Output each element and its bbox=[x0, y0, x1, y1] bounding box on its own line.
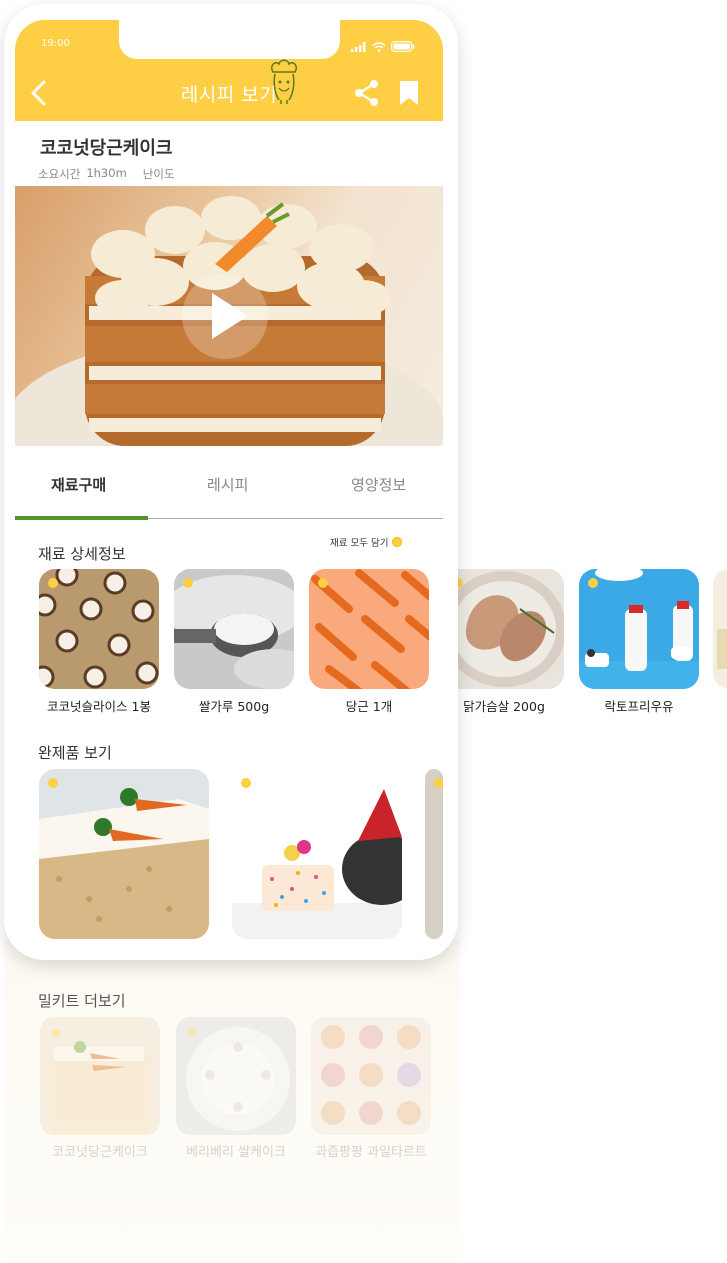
meal-kit-card[interactable]: 베리베리 쌀케이크 bbox=[176, 1017, 296, 1160]
finished-title: 완제품 보기 bbox=[38, 744, 112, 762]
finished-product-card[interactable] bbox=[232, 769, 402, 939]
meal-kit-label: 코코넛당근케이크 bbox=[52, 1145, 148, 1160]
recipe-title: 코코넛당근케이크 bbox=[40, 138, 173, 159]
meal-kit-image bbox=[176, 1017, 296, 1135]
ingredient-image bbox=[444, 569, 564, 689]
meal-kits-title: 밀키트 더보기 bbox=[38, 992, 126, 1010]
bookmark-icon bbox=[400, 81, 418, 105]
tab-bar: 재료구매 레시피 영양정보 bbox=[15, 446, 443, 520]
tab-recipe[interactable]: 레시피 bbox=[207, 474, 248, 495]
wifi-icon bbox=[372, 37, 386, 56]
notch bbox=[119, 20, 340, 59]
app-bar: 레시피 보기 bbox=[15, 59, 443, 121]
ingredient-image bbox=[713, 569, 727, 689]
add-all-label: 재료 모두 담기 bbox=[330, 538, 389, 549]
ingredient-card[interactable]: 닭가슴살 200g bbox=[444, 569, 564, 715]
meal-kit-card[interactable]: 코코넛당근케이크 bbox=[40, 1017, 160, 1160]
ingredient-image bbox=[39, 569, 159, 689]
ingredient-card[interactable]: 락토프리우유 bbox=[579, 569, 699, 715]
signal-icon bbox=[351, 37, 367, 56]
finished-product-card-partial[interactable] bbox=[425, 769, 443, 939]
time-value: 1h30m bbox=[86, 166, 127, 180]
ingredient-card-partial[interactable] bbox=[713, 569, 727, 689]
recipe-video[interactable] bbox=[15, 186, 443, 446]
add-all-ingredients-button[interactable]: 재료 모두 담기 bbox=[330, 535, 403, 549]
ingredient-label: 닭가슴살 200g bbox=[463, 699, 545, 714]
meal-kit-label: 베리베리 쌀케이크 bbox=[186, 1145, 286, 1160]
ingredients-title: 재료 상세정보 bbox=[38, 545, 126, 563]
status-icons bbox=[351, 37, 415, 56]
ingredient-label: 코코넛슬라이스 1봉 bbox=[47, 699, 151, 714]
finished-product-image bbox=[232, 769, 402, 939]
status-bar: 19:00 bbox=[15, 20, 443, 66]
finished-product-image bbox=[39, 769, 209, 939]
meal-kit-label: 과즙팡팡 과일타르트 bbox=[315, 1145, 427, 1160]
ingredient-card[interactable]: 코코넛슬라이스 1봉 bbox=[39, 569, 159, 715]
page: 밀키트 더보기 코코넛당근케이크 베리베리 쌀케이크 과즙팡팡 과일타르트 닭가… bbox=[0, 0, 727, 1263]
chef-mascot-icon bbox=[267, 58, 301, 104]
tab-nutrition[interactable]: 영양정보 bbox=[351, 474, 406, 495]
play-icon bbox=[212, 293, 248, 339]
time-label: 소요시간 bbox=[38, 167, 81, 181]
ingredient-label: 쌀가루 500g bbox=[198, 699, 270, 714]
ingredient-label: 락토프리우유 bbox=[604, 699, 674, 714]
status-time: 19:00 bbox=[41, 38, 70, 49]
ingredient-image bbox=[174, 569, 294, 689]
ingredient-image bbox=[579, 569, 699, 689]
play-button[interactable] bbox=[182, 273, 268, 359]
add-dot-icon bbox=[392, 537, 403, 547]
tab-ingredient-purchase[interactable]: 재료구매 bbox=[51, 474, 106, 495]
meal-kit-card[interactable]: 과즙팡팡 과일타르트 bbox=[311, 1017, 431, 1160]
ingredient-image bbox=[309, 569, 429, 689]
ingredient-card[interactable]: 당근 1개 bbox=[309, 569, 429, 715]
share-icon bbox=[355, 80, 378, 106]
share-button[interactable] bbox=[354, 79, 380, 107]
ingredient-card[interactable]: 쌀가루 500g bbox=[174, 569, 294, 715]
meal-kit-image bbox=[40, 1017, 160, 1135]
finished-product-card[interactable] bbox=[39, 769, 209, 939]
difficulty-label: 난이도 bbox=[142, 167, 175, 181]
meal-kit-image bbox=[311, 1017, 431, 1135]
bookmark-button[interactable] bbox=[399, 80, 419, 106]
ingredient-label: 당근 1개 bbox=[345, 699, 393, 714]
active-tab-indicator bbox=[15, 516, 148, 520]
battery-icon bbox=[391, 37, 415, 56]
recipe-meta: 소요시간 1h30m 난이도 bbox=[38, 166, 175, 182]
